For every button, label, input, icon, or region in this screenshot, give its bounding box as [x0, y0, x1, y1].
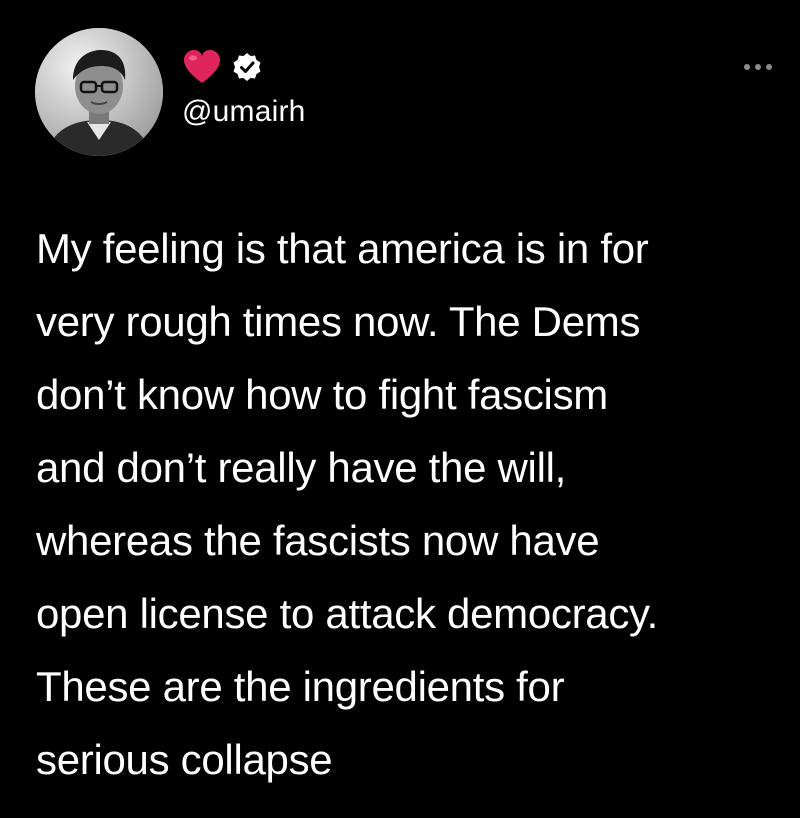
more-options-icon-dot: [766, 64, 772, 70]
user-avatar-photo: [35, 28, 163, 156]
tweet-card: @umairh My feeling is that america is in…: [0, 0, 800, 818]
user-handle[interactable]: @umairh: [182, 94, 306, 130]
avatar[interactable]: [35, 28, 163, 156]
more-options-icon: [744, 64, 750, 70]
more-options-button[interactable]: [744, 60, 772, 74]
more-options-icon-dot: [755, 64, 761, 70]
red-heart-icon: [184, 50, 220, 83]
display-name-row: [182, 48, 262, 86]
tweet-text: My feeling is that america is in for ver…: [36, 225, 658, 783]
verified-badge-icon: [233, 53, 261, 81]
